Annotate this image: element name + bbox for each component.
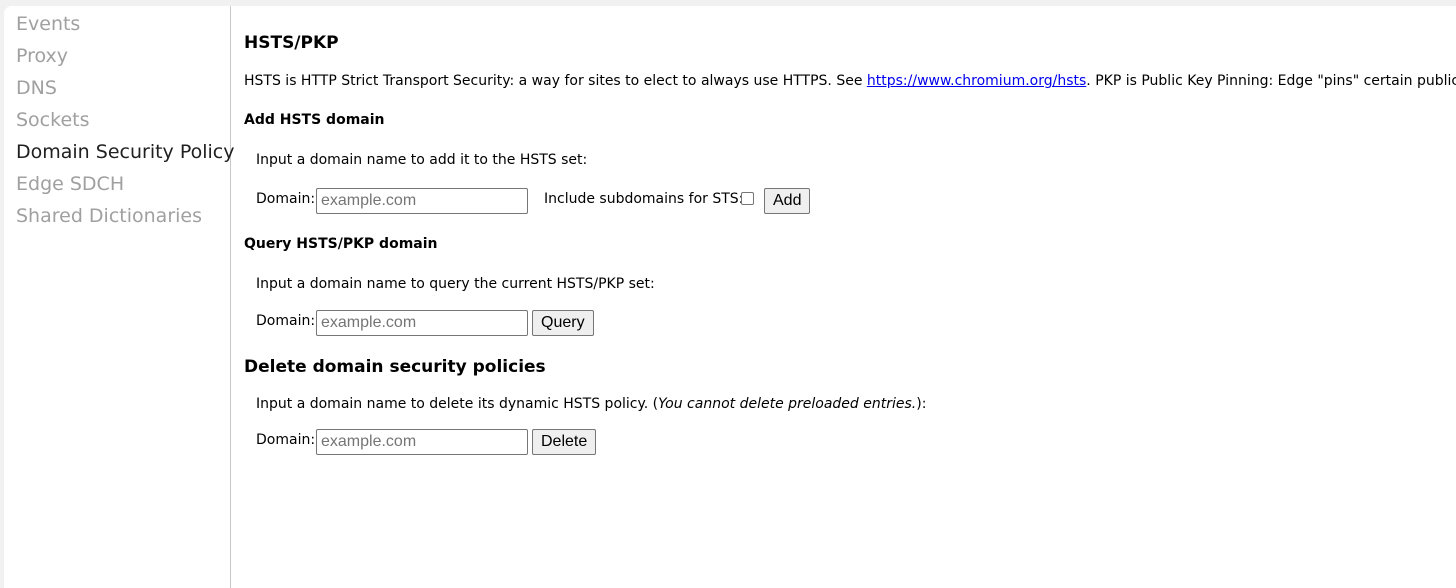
add-hsts-heading: Add HSTS domain: [244, 112, 385, 128]
add-button[interactable]: Add: [764, 188, 811, 214]
delete-button[interactable]: Delete: [532, 429, 597, 455]
query-domain-input[interactable]: [316, 310, 528, 336]
sidebar-item-proxy[interactable]: Proxy: [16, 44, 68, 68]
description-text-1: HSTS is HTTP Strict Transport Security: …: [244, 73, 867, 89]
sidebar-item-dns[interactable]: DNS: [16, 76, 57, 100]
hsts-link[interactable]: https://www.chromium.org/hsts: [867, 73, 1086, 89]
sidebar-item-sockets[interactable]: Sockets: [16, 108, 90, 132]
delete-instruction-text-2: ):: [916, 396, 927, 412]
page-title: HSTS/PKP: [244, 33, 339, 53]
description-text-2: . PKP is Public Key Pinning: Edge "pins"…: [1086, 73, 1456, 89]
sidebar-item-events[interactable]: Events: [16, 12, 80, 36]
main-content: HSTS/PKP HSTS is HTTP Strict Transport S…: [244, 6, 1456, 588]
query-button[interactable]: Query: [532, 310, 594, 336]
query-instruction: Input a domain name to query the current…: [256, 276, 655, 292]
include-subdomains-label: Include subdomains for STS:: [544, 191, 744, 207]
delete-domain-label: Domain:: [256, 432, 316, 448]
include-subdomains-checkbox[interactable]: [741, 192, 754, 205]
delete-instruction-note: You cannot delete preloaded entries.: [658, 396, 917, 412]
add-hsts-instruction: Input a domain name to add it to the HST…: [256, 152, 588, 168]
sidebar-item-shared-dictionaries[interactable]: Shared Dictionaries: [16, 204, 202, 228]
delete-domain-input[interactable]: [316, 429, 528, 455]
query-hsts-heading: Query HSTS/PKP domain: [244, 236, 438, 252]
add-domain-label: Domain:: [256, 191, 316, 207]
sidebar-item-edge-sdch[interactable]: Edge SDCH: [16, 172, 124, 196]
delete-instruction-text-1: Input a domain name to delete its dynami…: [256, 396, 659, 412]
delete-policies-heading: Delete domain security policies: [244, 357, 546, 377]
query-domain-label: Domain:: [256, 313, 316, 329]
description: HSTS is HTTP Strict Transport Security: …: [244, 73, 1456, 89]
add-domain-input[interactable]: [316, 188, 528, 214]
delete-instruction: Input a domain name to delete its dynami…: [256, 396, 926, 412]
app-window: Events Proxy DNS Sockets Domain Security…: [4, 6, 1456, 588]
sidebar-nav: Events Proxy DNS Sockets Domain Security…: [4, 6, 234, 588]
sidebar-item-domain-security-policy[interactable]: Domain Security Policy: [16, 140, 234, 164]
